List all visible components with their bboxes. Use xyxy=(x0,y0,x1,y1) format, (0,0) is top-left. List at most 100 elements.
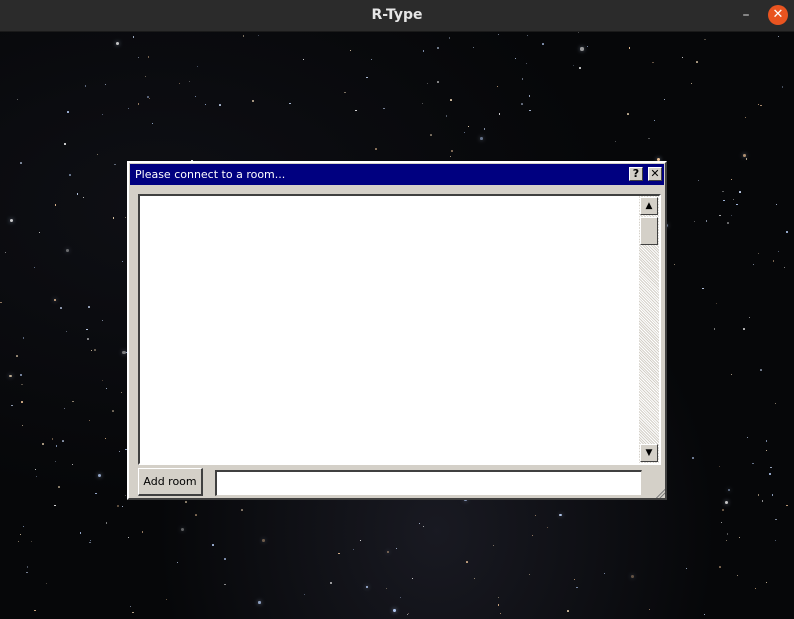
star xyxy=(698,180,699,181)
star xyxy=(112,410,114,413)
star xyxy=(219,104,221,106)
star xyxy=(752,462,754,465)
star xyxy=(23,525,25,528)
star xyxy=(240,509,243,512)
star xyxy=(21,400,23,403)
star xyxy=(105,522,108,524)
star xyxy=(408,612,410,614)
star xyxy=(205,104,207,106)
star xyxy=(185,501,188,503)
star xyxy=(578,67,581,70)
resize-grip[interactable] xyxy=(655,488,665,498)
dialog-titlebar[interactable]: Please connect to a room... ? ✕ xyxy=(130,164,664,185)
star xyxy=(400,597,402,599)
star xyxy=(366,76,368,79)
star xyxy=(774,539,776,541)
star xyxy=(9,218,13,223)
star xyxy=(26,571,29,574)
star xyxy=(445,115,448,117)
star xyxy=(497,604,499,606)
star xyxy=(576,586,578,589)
star xyxy=(785,504,788,507)
star xyxy=(0,301,2,304)
room-list[interactable]: ▲ ▼ xyxy=(138,194,661,465)
star xyxy=(127,108,129,110)
star xyxy=(180,528,185,532)
star xyxy=(497,597,499,599)
dialog-close-button[interactable]: ✕ xyxy=(648,167,662,181)
star xyxy=(692,457,695,459)
star xyxy=(496,85,498,87)
star xyxy=(112,217,115,219)
star xyxy=(757,252,759,254)
star xyxy=(194,513,197,516)
star xyxy=(355,109,357,111)
star xyxy=(766,450,767,452)
star xyxy=(743,154,747,158)
star xyxy=(739,191,741,193)
vertical-scrollbar[interactable]: ▲ ▼ xyxy=(639,196,659,463)
scroll-thumb[interactable] xyxy=(640,217,658,245)
star xyxy=(648,138,650,140)
star xyxy=(194,95,196,97)
star xyxy=(51,438,54,441)
minimize-button[interactable]: – xyxy=(736,6,756,26)
star xyxy=(87,306,90,308)
star xyxy=(422,102,424,104)
star xyxy=(704,38,706,41)
star xyxy=(188,81,190,83)
star xyxy=(196,65,198,67)
star xyxy=(631,575,635,579)
star xyxy=(54,204,57,206)
star xyxy=(127,536,129,538)
star xyxy=(242,35,245,38)
star xyxy=(758,494,760,496)
star xyxy=(472,47,474,48)
window-titlebar: R-Type – ✕ xyxy=(0,0,794,32)
star xyxy=(713,328,715,330)
star xyxy=(102,113,104,115)
star xyxy=(781,86,784,89)
help-button[interactable]: ? xyxy=(629,167,643,181)
star xyxy=(716,302,718,304)
scroll-down-button[interactable]: ▼ xyxy=(640,444,658,462)
star xyxy=(89,541,91,544)
window-title: R-Type xyxy=(371,7,423,23)
star xyxy=(142,531,144,533)
star xyxy=(719,566,721,568)
star xyxy=(765,440,768,442)
star xyxy=(16,98,19,100)
star xyxy=(93,348,96,351)
star xyxy=(682,56,684,58)
star xyxy=(148,98,150,100)
star xyxy=(121,505,124,507)
star xyxy=(437,47,439,49)
star xyxy=(566,609,569,612)
star xyxy=(730,214,732,217)
star xyxy=(89,420,91,422)
star xyxy=(20,374,22,376)
star xyxy=(105,83,107,85)
add-room-button[interactable]: Add room xyxy=(138,468,203,496)
star xyxy=(79,531,82,534)
close-window-button[interactable]: ✕ xyxy=(768,5,788,25)
star xyxy=(760,369,762,371)
star xyxy=(614,140,617,143)
scroll-up-button[interactable]: ▲ xyxy=(640,197,658,215)
star xyxy=(165,599,167,601)
star xyxy=(748,317,750,318)
star xyxy=(224,558,227,561)
star xyxy=(727,533,729,535)
star xyxy=(406,613,408,615)
star xyxy=(33,267,35,269)
star xyxy=(777,35,779,37)
star xyxy=(105,438,107,440)
star xyxy=(63,407,66,410)
star xyxy=(59,307,62,310)
room-name-input[interactable] xyxy=(215,470,642,496)
star xyxy=(177,561,179,563)
star xyxy=(580,47,584,51)
star xyxy=(85,85,87,87)
star xyxy=(572,65,574,67)
star xyxy=(86,328,88,331)
